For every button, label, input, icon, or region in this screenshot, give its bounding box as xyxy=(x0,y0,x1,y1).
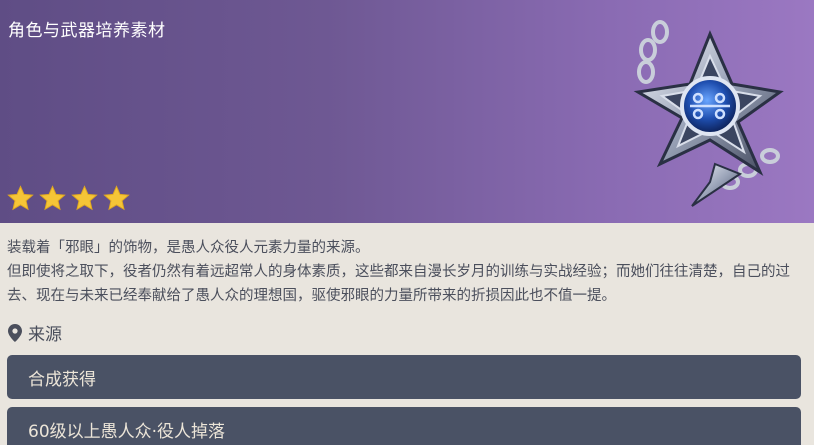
source-list: 合成获得 60级以上愚人众·役人掉落 xyxy=(7,355,801,445)
rarity-stars xyxy=(6,184,131,213)
source-item-label: 合成获得 xyxy=(28,369,96,390)
location-pin-icon xyxy=(8,323,22,342)
item-description: 装载着「邪眼」的饰物，是愚人众役人元素力量的来源。 但即使将之取下，役者仍然有着… xyxy=(7,236,807,308)
category-label: 角色与武器培养素材 xyxy=(8,21,166,41)
source-heading: 来源 xyxy=(8,320,62,345)
description-line: 但即使将之取下，役者仍然有着远超常人的身体素质，这些都来自漫长岁月的训练与实战经… xyxy=(7,264,790,304)
star-icon xyxy=(71,185,98,211)
star-icon xyxy=(7,185,34,211)
source-item-enemy-drop[interactable]: 60级以上愚人众·役人掉落 xyxy=(7,407,801,445)
source-heading-label: 来源 xyxy=(28,325,62,345)
star-icon xyxy=(39,185,66,211)
source-item-label: 60级以上愚人众·役人掉落 xyxy=(28,421,226,442)
item-header: 角色与武器培养素材 xyxy=(0,0,814,223)
material-card: 角色与武器培养素材 装载着「邪眼」的饰物，是愚人众役人元素力量的来源。 但即使将… xyxy=(0,0,814,445)
evil-eye-insignia-icon xyxy=(633,20,784,207)
source-item-crafting[interactable]: 合成获得 xyxy=(7,355,801,399)
star-icon xyxy=(103,185,130,211)
description-line: 装载着「邪眼」的饰物，是愚人众役人元素力量的来源。 xyxy=(7,240,370,256)
